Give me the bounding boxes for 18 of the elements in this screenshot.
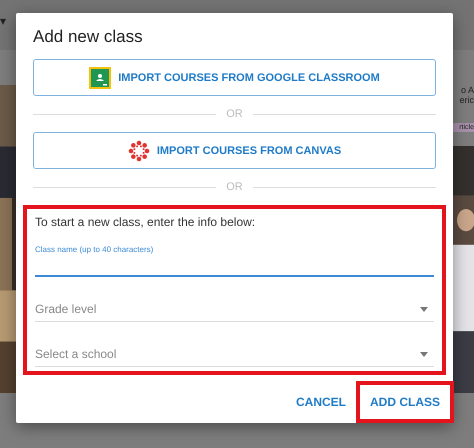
- select-field[interactable]: Select a school: [35, 342, 434, 367]
- dropdown-caret-icon: [420, 306, 428, 312]
- dialog-button[interactable]: CANCEL: [290, 387, 352, 417]
- canvas-icon: [128, 140, 150, 162]
- dialog-title: Add new class: [33, 27, 144, 47]
- import-button[interactable]: IMPORT COURSES FROM GOOGLE CLASSROOM: [33, 59, 436, 96]
- separator-text: OR: [226, 108, 243, 120]
- input-field[interactable]: Class name (up to 40 characters): [35, 245, 434, 277]
- article-title-text: o A: [460, 85, 474, 95]
- dropdown-caret-icon: [420, 352, 428, 356]
- dialog-button[interactable]: ADD CLASS: [364, 387, 446, 417]
- import-button[interactable]: IMPORT COURSES FROM CANVAS: [33, 132, 436, 169]
- intro-text: To start a new class, enter the info below:: [35, 215, 256, 229]
- separator-text: OR: [226, 181, 243, 193]
- classroom-icon: [89, 66, 112, 88]
- article-title-text: eric: [458, 95, 474, 105]
- caret-icon: ▾: [0, 14, 6, 28]
- select-field[interactable]: Grade level: [35, 297, 434, 322]
